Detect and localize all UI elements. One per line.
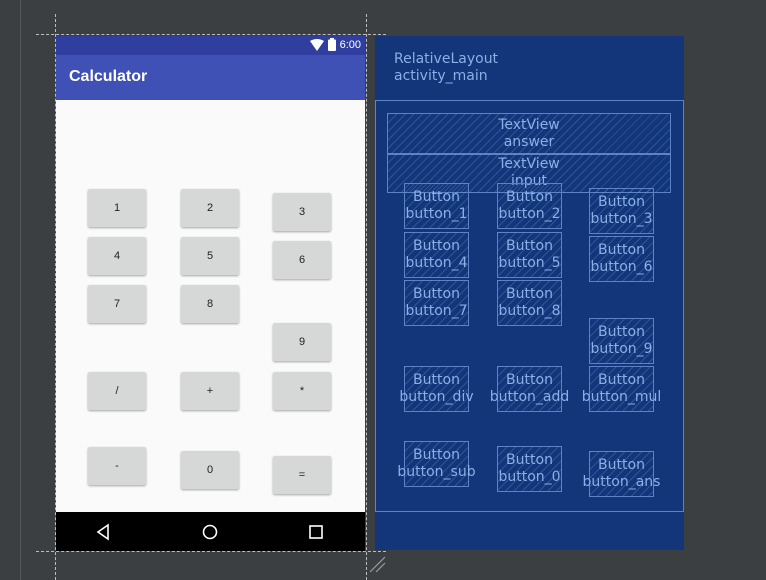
blueprint-button[interactable]: Button button_ans [583, 451, 660, 497]
blueprint-button[interactable]: Button button_div [399, 366, 474, 412]
status-time: 6:00 [339, 38, 361, 51]
button-sub[interactable]: - [88, 447, 146, 485]
button-3[interactable]: 3 [273, 193, 331, 231]
resize-handle-icon[interactable] [368, 555, 386, 573]
wifi-icon [309, 38, 324, 51]
guide-top [36, 34, 386, 35]
button-8[interactable]: 8 [181, 285, 239, 323]
app-bar: Calculator [56, 55, 365, 100]
button-4[interactable]: 4 [88, 237, 146, 275]
blueprint-button[interactable]: Button button_8 [497, 280, 562, 326]
button-0[interactable]: 0 [181, 451, 239, 489]
blueprint-button[interactable]: Button button_7 [404, 280, 469, 326]
navigation-bar [56, 512, 365, 551]
blueprint-button[interactable]: Button button_4 [404, 232, 469, 278]
root-layout-id: activity_main [394, 68, 488, 84]
vertical-ruler: 10 100 200 300 400 500 [0, 0, 21, 580]
button-2[interactable]: 2 [181, 189, 239, 227]
button-5[interactable]: 5 [181, 237, 239, 275]
button-ans[interactable]: = [273, 456, 331, 494]
blueprint-button[interactable]: Button button_5 [497, 232, 562, 278]
battery-icon [327, 38, 336, 51]
blueprint-button[interactable]: Button button_2 [497, 183, 562, 229]
blueprint-button[interactable]: Button button_0 [497, 446, 562, 492]
recents-icon[interactable] [306, 522, 326, 542]
button-1[interactable]: 1 [88, 189, 146, 227]
blueprint-button[interactable]: Button button_add [490, 366, 569, 412]
button-6[interactable]: 6 [273, 241, 331, 279]
back-icon[interactable] [94, 522, 114, 542]
blueprint-button[interactable]: Button button_sub [397, 441, 476, 487]
root-layout-label: RelativeLayout activity_main [394, 51, 498, 85]
button-9[interactable]: 9 [273, 323, 331, 361]
blueprint-button[interactable]: Button button_1 [404, 183, 469, 229]
design-preview[interactable]: 6:00 Calculator 1 2 3 4 5 6 7 8 9 / + * … [56, 36, 365, 551]
home-icon[interactable] [200, 522, 220, 542]
blueprint-button[interactable]: Button button_6 [589, 236, 654, 282]
button-add[interactable]: + [181, 372, 239, 410]
blueprint-button[interactable]: Button button_mul [582, 366, 661, 412]
app-title: Calculator [69, 68, 148, 85]
blueprint-textview-answer[interactable]: TextView answer [387, 113, 671, 155]
button-div[interactable]: / [88, 372, 146, 410]
button-mul[interactable]: * [273, 372, 331, 410]
blueprint-view[interactable]: RelativeLayout activity_main TextView ans… [375, 36, 684, 550]
guide-right [366, 14, 367, 580]
blueprint-button[interactable]: Button button_3 [589, 188, 654, 234]
button-7[interactable]: 7 [88, 285, 146, 323]
blueprint-button[interactable]: Button button_9 [589, 318, 654, 364]
root-layout-type: RelativeLayout [394, 51, 499, 67]
status-bar: 6:00 [56, 36, 365, 55]
guide-bottom [36, 551, 386, 552]
